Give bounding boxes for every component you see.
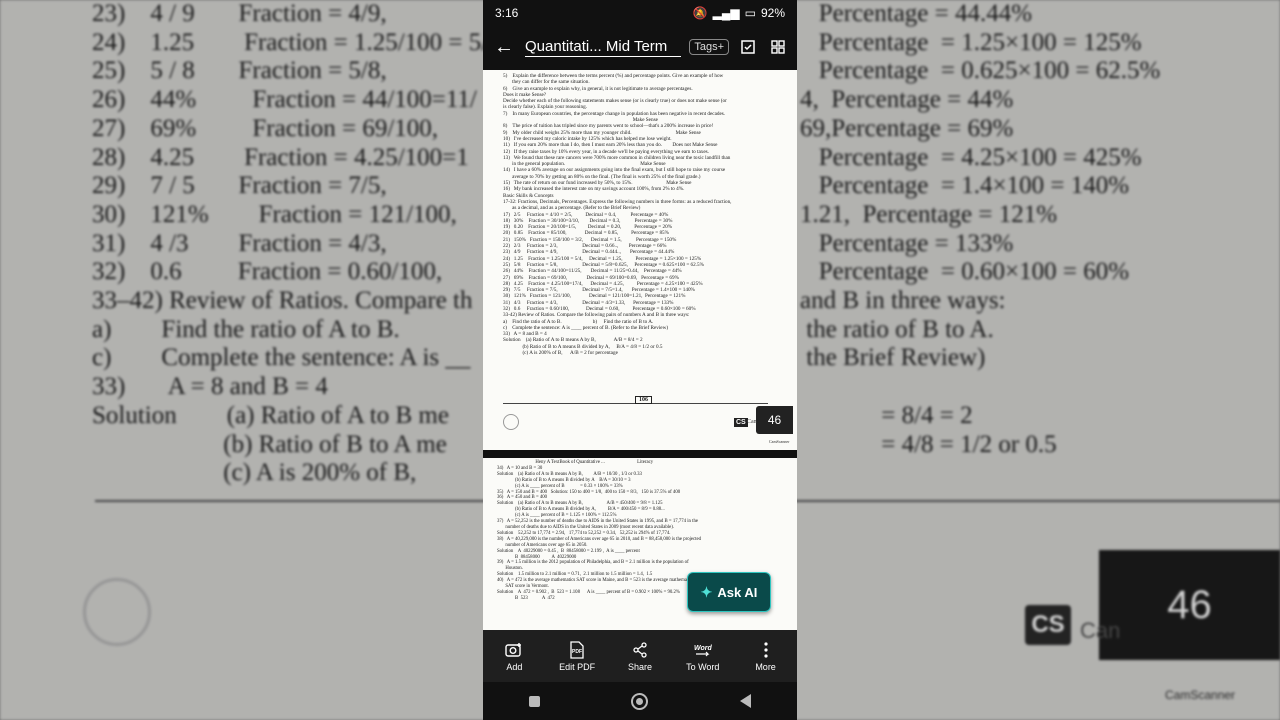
add-photo-icon — [505, 641, 523, 659]
mute-icon: 🔕 — [692, 6, 708, 20]
document-page-1[interactable]: 5) Explain the difference between the te… — [483, 70, 797, 450]
share-label: Share — [627, 661, 652, 672]
status-time: 3:16 — [495, 6, 519, 20]
add-label: Add — [506, 661, 523, 672]
more-button[interactable]: More — [738, 641, 794, 672]
document-title[interactable]: Quantitati... Mid Term — [525, 38, 682, 57]
cam-text: Can — [747, 419, 757, 425]
more-label: More — [755, 661, 776, 672]
select-checkbox-icon[interactable] — [737, 36, 759, 58]
select-circle-icon[interactable] — [503, 414, 519, 430]
status-battery: 92% — [760, 6, 785, 20]
to-word-label: To Word — [686, 661, 720, 672]
status-bar: 3:16 🔕 ▂▄▆ ▭ 92% — [483, 0, 797, 26]
battery-icon: ▭ — [744, 6, 756, 20]
share-button[interactable]: Share — [612, 641, 668, 672]
page-count-badge: 46 — [756, 406, 793, 434]
home-icon[interactable] — [631, 692, 649, 710]
svg-text:Word: Word — [694, 645, 712, 652]
app-bar: ← Quantitati... Mid Term Tags+ — [483, 26, 797, 68]
tags-button[interactable]: Tags+ — [689, 39, 729, 55]
system-navigation-bar — [483, 682, 797, 720]
sparkle-icon: ✦ — [700, 583, 713, 600]
edit-pdf-label: Edit PDF — [559, 661, 596, 672]
grid-view-icon[interactable] — [767, 36, 789, 58]
page-number: 106 — [635, 396, 652, 404]
edit-pdf-button[interactable]: PDF Edit PDF — [549, 640, 605, 672]
bottom-toolbar: Add PDF Edit PDF Share Word To Word More — [483, 630, 797, 682]
more-vertical-icon — [763, 641, 769, 659]
page-1-text: 5) Explain the difference between the te… — [503, 73, 732, 357]
phone-screen: 3:16 🔕 ▂▄▆ ▭ 92% ← Quantitati... Mid Ter… — [483, 0, 797, 720]
ask-ai-button[interactable]: ✦ Ask AI — [687, 572, 771, 612]
back-arrow-icon[interactable]: ← — [491, 36, 517, 59]
svg-text:PDF: PDF — [572, 649, 582, 655]
to-word-button[interactable]: Word To Word — [675, 641, 731, 672]
pdf-icon: PDF — [569, 640, 585, 659]
ask-ai-label: Ask AI — [717, 584, 758, 600]
camscanner-watermark: CamScanner — [769, 439, 790, 444]
back-icon[interactable] — [740, 694, 752, 708]
word-icon: Word — [693, 641, 713, 659]
share-icon — [632, 641, 648, 659]
signal-icon: ▂▄▆ — [712, 6, 740, 20]
recents-icon[interactable] — [528, 695, 540, 707]
add-button[interactable]: Add — [486, 641, 542, 672]
camscanner-logo: CS — [734, 418, 748, 427]
